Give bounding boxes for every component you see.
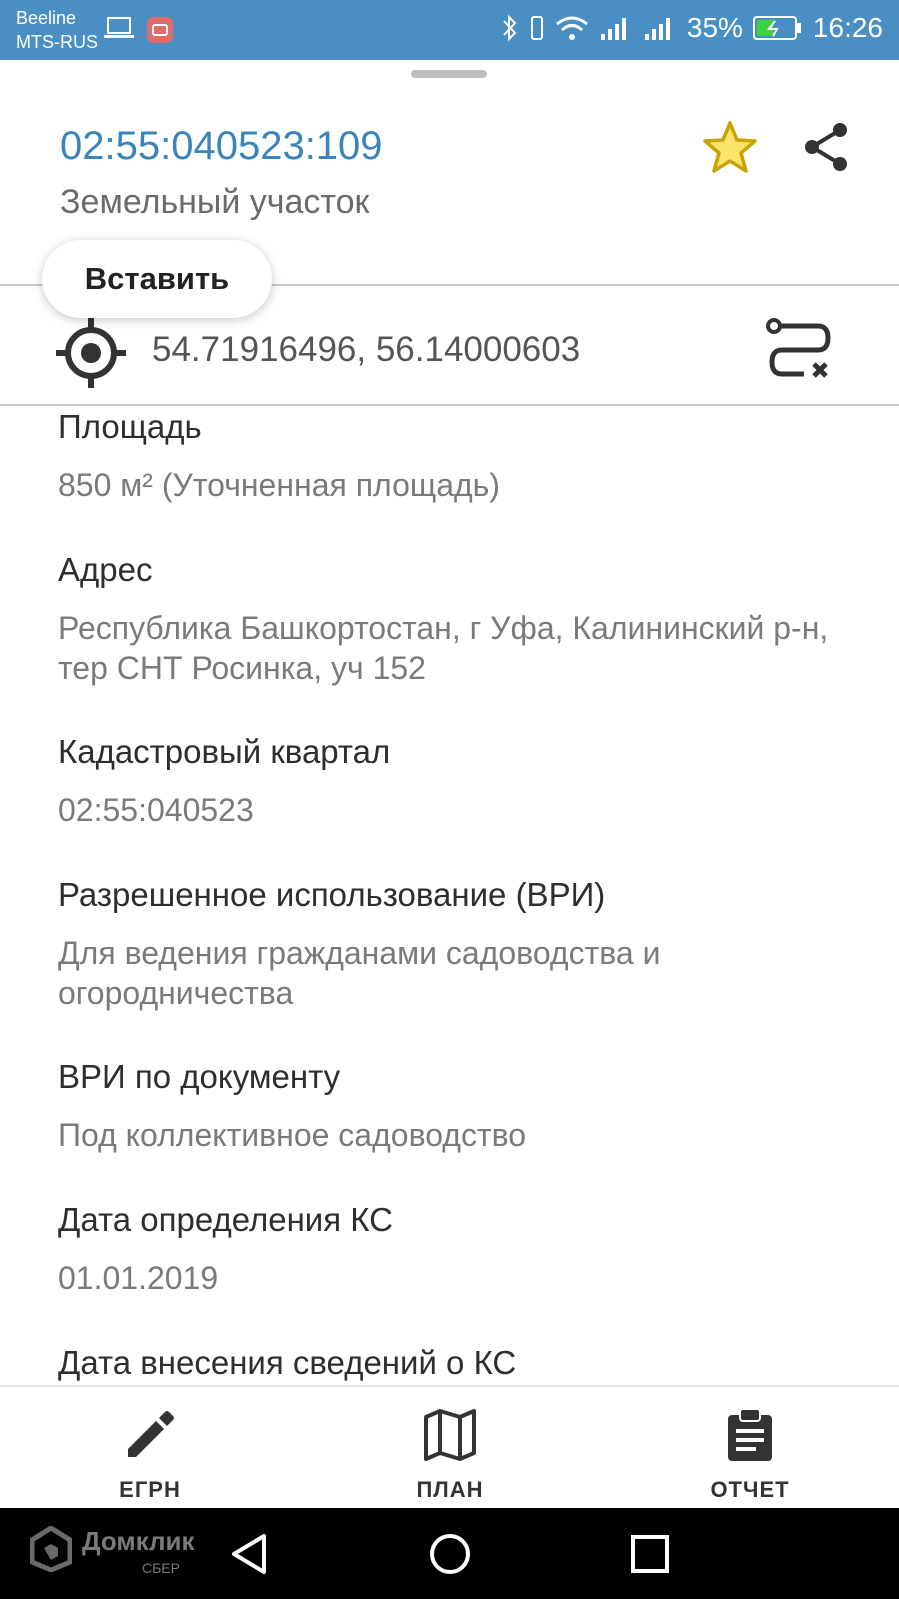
watermark-sub: СБЕР [142, 1560, 180, 1576]
star-icon[interactable] [700, 118, 760, 178]
field-area: Площадь 850 м² (Уточненная площадь) [58, 407, 878, 505]
nav-plan[interactable]: ПЛАН [350, 1395, 550, 1503]
vibrate-icon [530, 16, 543, 40]
share-icon[interactable] [800, 120, 854, 174]
field-value-date: Дата определения КС 01.01.2019 [58, 1200, 878, 1298]
nav-report[interactable]: ОТЧЕТ [650, 1395, 850, 1503]
field-value[interactable]: Для ведения гражданами садоводства и ого… [58, 933, 878, 1013]
field-label: Кадастровый квартал [58, 733, 391, 770]
domclick-logo-icon [30, 1526, 72, 1572]
gps-target-icon[interactable] [56, 318, 126, 388]
field-use-by-document: ВРИ по документу Под коллективное садово… [58, 1057, 878, 1155]
nav-label: ПЛАН [416, 1477, 484, 1502]
field-value[interactable]: 02:55:040523 [58, 790, 878, 830]
field-label: Дата определения КС [58, 1201, 393, 1238]
bluetooth-icon [503, 14, 517, 42]
field-label: Разрешенное использование (ВРИ) [58, 876, 606, 913]
parcel-details[interactable]: Площадь 850 м² (Уточненная площадь) Адре… [0, 405, 899, 1385]
watermark-text: Домклик [82, 1526, 195, 1556]
clipboard-icon [728, 1408, 772, 1461]
coordinates-text[interactable]: 54.71916496, 56.14000603 [152, 330, 580, 370]
route-clear-icon[interactable] [764, 314, 836, 386]
field-label: ВРИ по документу [58, 1058, 341, 1095]
laptop-icon [104, 17, 134, 38]
field-value[interactable]: 01.01.2019 [58, 1258, 878, 1298]
cadastral-number[interactable]: 02:55:040523:109 [60, 124, 383, 169]
pencil-icon [128, 1411, 174, 1457]
field-value[interactable]: Республика Башкортостан, г Уфа, Калининс… [58, 608, 878, 688]
battery-percent: 35% [686, 12, 743, 43]
nav-label: ОТЧЕТ [710, 1477, 790, 1502]
field-cadastral-quarter: Кадастровый квартал 02:55:040523 [58, 732, 878, 830]
carrier-info: Beeline MTS-RUS [16, 6, 98, 54]
notification-icon [147, 17, 173, 43]
nav-egrn[interactable]: ЕГРН [50, 1395, 250, 1503]
signal-icon-2 [644, 18, 670, 40]
field-address: Адрес Республика Башкортостан, г Уфа, Ка… [58, 550, 878, 688]
field-value[interactable]: Под коллективное садоводство [58, 1115, 878, 1155]
map-icon [424, 1409, 476, 1461]
field-label: Адрес [58, 551, 153, 588]
recents-icon[interactable] [628, 1532, 672, 1576]
nav-label: ЕГРН [119, 1477, 181, 1502]
field-label: Дата внесения сведений о КС [58, 1344, 517, 1381]
field-permitted-use: Разрешенное использование (ВРИ) Для веде… [58, 875, 878, 1013]
home-icon[interactable] [428, 1532, 472, 1576]
carrier-2: MTS-RUS [16, 32, 98, 52]
back-icon[interactable] [228, 1532, 272, 1576]
sheet-drag-handle[interactable] [411, 70, 487, 78]
status-bar: Beeline MTS-RUS 35% 16:26 [0, 0, 899, 60]
field-label: Площадь [58, 408, 202, 445]
wifi-icon [555, 16, 588, 40]
carrier-1: Beeline [16, 8, 77, 28]
field-value-entry-date: Дата внесения сведений о КС [58, 1343, 878, 1383]
signal-icon [600, 18, 626, 40]
clock: 16:26 [812, 12, 883, 43]
parcel-type: Земельный участок [60, 183, 370, 221]
system-navigation-bar: Домклик СБЕР [0, 1508, 899, 1599]
field-value[interactable]: 850 м² (Уточненная площадь) [58, 465, 878, 505]
paste-button[interactable]: Вставить [42, 240, 272, 318]
bottom-navigation: ЕГРН ПЛАН ОТЧЕТ [0, 1385, 899, 1510]
battery-charging-icon [752, 16, 801, 40]
